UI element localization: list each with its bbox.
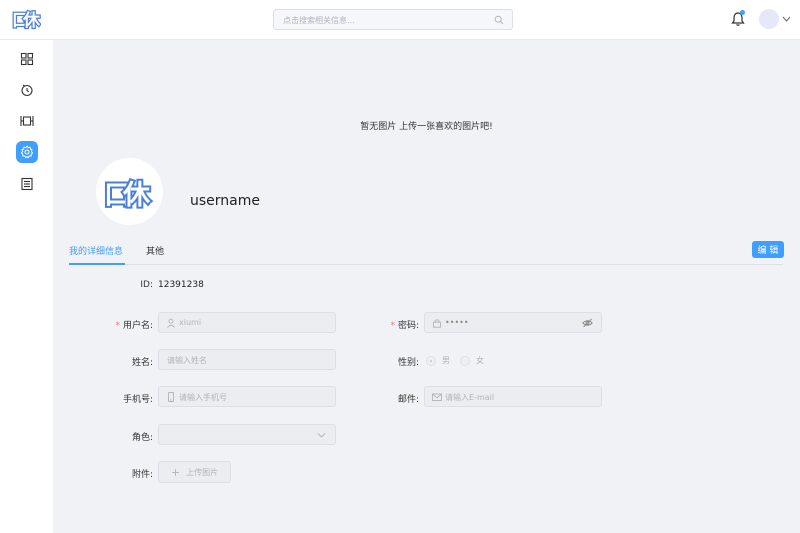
chevron-down-icon[interactable] xyxy=(782,15,791,23)
mobile-phone-icon xyxy=(168,392,174,402)
gender-radio-female[interactable]: 女 xyxy=(460,355,484,366)
mail-icon xyxy=(432,393,442,401)
email-label: 邮件: xyxy=(397,395,419,405)
tab-my-details[interactable]: 我的详细信息 xyxy=(69,244,123,257)
upload-image-button[interactable]: + 上传图片 xyxy=(158,461,231,483)
password-value: ••••• xyxy=(445,318,469,327)
svg-text:休: 休 xyxy=(122,180,151,210)
id-value: 12391238 xyxy=(158,280,204,290)
phone-label: 手机号: xyxy=(122,395,153,405)
sidebar-item-dashboard[interactable] xyxy=(16,48,38,70)
phone-placeholder: 请输入手机号 xyxy=(179,393,227,402)
search-placeholder: 点击搜索相关信息... xyxy=(283,16,355,25)
dashboard-icon xyxy=(20,52,34,66)
sidebar-item-film[interactable] xyxy=(16,110,38,132)
radio-circle-male xyxy=(426,355,436,366)
gender-radio-male[interactable]: 男 xyxy=(426,355,450,366)
search-icon[interactable] xyxy=(494,15,504,25)
profile-tabs: 我的详细信息 其他 xyxy=(69,242,783,265)
cover-image-placeholder[interactable]: 暂无图片 上传一张喜欢的图片吧! xyxy=(53,119,800,132)
edit-button[interactable]: 编 辑 xyxy=(752,241,784,258)
password-label: * 密码: xyxy=(390,321,419,331)
settings-icon xyxy=(20,145,34,159)
svg-text:休: 休 xyxy=(22,10,41,30)
gender-option-male: 男 xyxy=(442,356,450,365)
lock-icon xyxy=(433,319,441,328)
active-tab-indicator xyxy=(69,263,125,265)
name-placeholder: 请输入姓名 xyxy=(167,356,207,365)
role-select[interactable] xyxy=(158,424,336,445)
profile-avatar[interactable]: 口 休 xyxy=(96,158,163,225)
chevron-down-icon xyxy=(317,433,326,438)
password-field[interactable]: ••••• xyxy=(424,312,602,333)
username-placeholder: xiumi xyxy=(179,318,202,327)
sidebar xyxy=(0,40,53,533)
id-label: ID: xyxy=(140,280,153,290)
document-icon xyxy=(21,177,33,191)
role-label: 角色: xyxy=(131,433,153,443)
upload-label: 上传图片 xyxy=(186,467,219,477)
profile-username: username xyxy=(190,193,260,209)
email-placeholder: 请输入E-mail xyxy=(445,393,495,402)
user-icon xyxy=(167,318,175,328)
film-icon xyxy=(20,116,34,126)
eye-hidden-icon[interactable] xyxy=(582,318,593,328)
main-content: 暂无图片 上传一张喜欢的图片吧! 口 休 username 我的详细信息 其他 … xyxy=(53,40,800,533)
radio-circle-female xyxy=(460,355,470,366)
username-field[interactable]: xiumi xyxy=(158,312,336,333)
name-field[interactable]: 请输入姓名 xyxy=(158,349,336,370)
notification-badge xyxy=(740,10,745,15)
gender-label: 性别: xyxy=(397,358,419,368)
search-input[interactable]: 点击搜索相关信息... xyxy=(273,9,513,30)
phone-field[interactable]: 请输入手机号 xyxy=(158,386,336,407)
sidebar-item-document[interactable] xyxy=(16,173,38,195)
email-field[interactable]: 请输入E-mail xyxy=(424,386,602,407)
timer-icon xyxy=(21,84,33,97)
attachment-label: 附件: xyxy=(131,470,153,480)
app-logo[interactable]: 口 休 xyxy=(11,8,43,33)
plus-icon: + xyxy=(170,465,181,479)
user-avatar[interactable] xyxy=(759,9,779,29)
sidebar-item-settings[interactable] xyxy=(16,141,38,163)
username-label: * 用户名: xyxy=(115,321,153,331)
name-label: 姓名: xyxy=(131,358,153,368)
top-header: 口 休 点击搜索相关信息... xyxy=(0,0,800,40)
gender-option-female: 女 xyxy=(476,356,484,365)
sidebar-item-timer[interactable] xyxy=(16,79,38,101)
tab-other[interactable]: 其他 xyxy=(146,244,164,257)
